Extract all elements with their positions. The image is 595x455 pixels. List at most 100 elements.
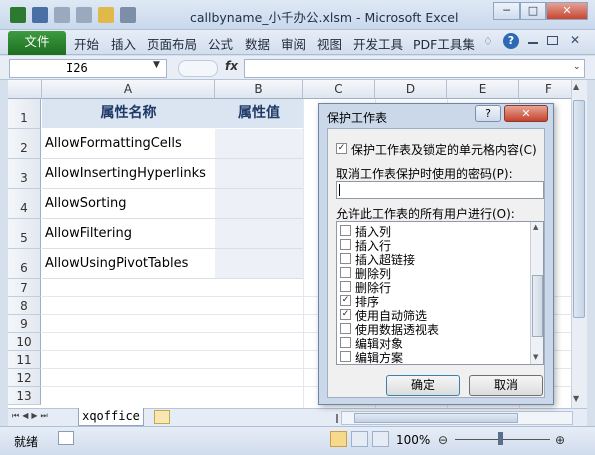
row-header-5[interactable]: 5	[8, 219, 41, 249]
column-header-d[interactable]: D	[375, 80, 447, 99]
dialog-close-button[interactable]: ✕	[504, 105, 548, 122]
macro-record-icon[interactable]	[58, 431, 74, 445]
protect-checkbox[interactable]: ✓	[336, 143, 347, 154]
tab-file[interactable]: 文件	[8, 31, 66, 55]
row-header-2[interactable]: 2	[8, 129, 41, 159]
row-header-11[interactable]: 11	[8, 351, 41, 369]
row-header-9[interactable]: 9	[8, 315, 41, 333]
sheet-tab-xqoffice[interactable]: xqoffice	[78, 408, 144, 426]
cell-a3[interactable]: AllowInsertingHyperlinks	[42, 159, 215, 189]
minimize-button[interactable]: ─	[493, 2, 520, 20]
tab-pdf-tools[interactable]: PDF工具集	[413, 34, 475, 53]
tab-developer[interactable]: 开发工具	[353, 34, 403, 53]
tab-page-layout[interactable]: 页面布局	[147, 34, 197, 53]
name-box-dropdown-icon[interactable]: ▼	[153, 60, 160, 70]
row-header-6[interactable]: 6	[8, 249, 41, 279]
cell-b2[interactable]	[215, 129, 303, 159]
close-button[interactable]: ✕	[546, 2, 588, 20]
ribbon-minimize-icon[interactable]	[528, 42, 538, 44]
permissions-scrollbar[interactable]: ▲ ▼	[530, 222, 543, 364]
cell-a1[interactable]: 属性名称	[42, 99, 215, 129]
sheet-nav-icons[interactable]: ⏮◀▶⏭	[12, 411, 51, 421]
option-edit-scenarios-checkbox[interactable]	[340, 351, 351, 362]
workbook-close-icon[interactable]: ✕	[570, 33, 580, 47]
cell-b3[interactable]	[215, 159, 303, 189]
name-box[interactable]: I26	[9, 59, 167, 78]
option-autofilter-checkbox[interactable]: ✓	[340, 309, 351, 320]
option-pivot-tables-checkbox[interactable]	[340, 323, 351, 334]
cell-a6[interactable]: AllowUsingPivotTables	[42, 249, 215, 279]
ok-button[interactable]: 确定	[386, 375, 460, 396]
list-scroll-thumb[interactable]	[532, 275, 543, 337]
option-sort-checkbox[interactable]: ✓	[340, 295, 351, 306]
tab-data[interactable]: 数据	[245, 34, 270, 53]
row-header-13[interactable]: 13	[8, 387, 41, 405]
cell-b6[interactable]	[215, 249, 303, 279]
horizontal-scrollbar[interactable]	[341, 411, 573, 425]
row-header-10[interactable]: 10	[8, 333, 41, 351]
column-header-b[interactable]: B	[215, 80, 303, 99]
zoom-level[interactable]: 100%	[396, 433, 430, 447]
option-insert-columns-checkbox[interactable]	[340, 225, 351, 236]
option-delete-rows-checkbox[interactable]	[340, 281, 351, 292]
option-edit-objects-checkbox[interactable]	[340, 337, 351, 348]
insert-function-button[interactable]: fx	[225, 59, 238, 73]
excel-logo-icon[interactable]	[10, 7, 26, 23]
row-header-4[interactable]: 4	[8, 189, 41, 219]
page-layout-view-icon[interactable]	[351, 431, 368, 447]
dialog-help-button[interactable]: ?	[475, 105, 501, 122]
list-scroll-down-icon[interactable]: ▼	[533, 353, 538, 361]
ribbon-restore-icon[interactable]	[547, 36, 558, 45]
tab-insert[interactable]: 插入	[111, 34, 136, 53]
vertical-scrollbar[interactable]: ▲ ▼	[571, 80, 587, 408]
permissions-list[interactable]: ▲ ▼ 插入列 插入行 插入超链接 删除列 删除行 ✓ 排序 ✓ 使用自动筛选 …	[336, 221, 544, 365]
zoom-out-icon[interactable]: ⊖	[438, 433, 448, 447]
scroll-up-icon[interactable]: ▲	[573, 82, 579, 91]
row-header-3[interactable]: 3	[8, 159, 41, 189]
redo-icon[interactable]	[76, 7, 92, 23]
option-insert-hyperlinks-checkbox[interactable]	[340, 253, 351, 264]
scroll-thumb[interactable]	[573, 100, 585, 318]
row-header-7[interactable]: 7	[8, 279, 41, 297]
row-header-12[interactable]: 12	[8, 369, 41, 387]
help-icon[interactable]: ?	[503, 33, 519, 49]
undo-icon[interactable]	[54, 7, 70, 23]
formula-expand-icon[interactable]: ⌄	[573, 62, 581, 72]
tab-split-handle[interactable]	[336, 414, 338, 423]
maximize-button[interactable]: □	[520, 2, 546, 20]
cell-b4[interactable]	[215, 189, 303, 219]
column-header-f[interactable]: F	[519, 80, 571, 99]
cell-b5[interactable]	[215, 219, 303, 249]
tab-home[interactable]: 开始	[74, 34, 99, 53]
open-folder-icon[interactable]	[98, 7, 114, 23]
option-insert-rows-checkbox[interactable]	[340, 239, 351, 250]
column-header-e[interactable]: E	[447, 80, 519, 99]
cell-b1[interactable]: 属性值	[215, 99, 303, 129]
select-all-corner[interactable]	[8, 80, 42, 99]
cell-a4[interactable]: AllowSorting	[42, 189, 215, 219]
tab-review[interactable]: 审阅	[281, 34, 306, 53]
zoom-slider-thumb[interactable]	[498, 432, 503, 445]
scroll-down-icon[interactable]: ▼	[573, 394, 579, 403]
column-header-c[interactable]: C	[303, 80, 375, 99]
list-scroll-up-icon[interactable]: ▲	[533, 223, 538, 231]
zoom-in-icon[interactable]: ⊕	[555, 433, 565, 447]
formula-input[interactable]	[244, 59, 585, 78]
tab-formulas[interactable]: 公式	[208, 34, 233, 53]
row-header-8[interactable]: 8	[8, 297, 41, 315]
save-icon[interactable]	[32, 7, 48, 23]
tab-view[interactable]: 视图	[317, 34, 342, 53]
normal-view-icon[interactable]	[330, 431, 347, 447]
cancel-button[interactable]: 取消	[469, 375, 543, 396]
horizontal-scroll-thumb[interactable]	[354, 413, 518, 423]
column-header-a[interactable]: A	[42, 80, 215, 99]
insert-sheet-icon[interactable]	[154, 410, 170, 424]
page-break-view-icon[interactable]	[372, 431, 389, 447]
print-preview-icon[interactable]	[120, 7, 136, 23]
password-input[interactable]	[336, 181, 544, 199]
cell-a2[interactable]: AllowFormattingCells	[42, 129, 215, 159]
row-header-1[interactable]: 1	[8, 99, 41, 129]
cell-a5[interactable]: AllowFiltering	[42, 219, 215, 249]
option-delete-columns-checkbox[interactable]	[340, 267, 351, 278]
ribbon-collapse-icon[interactable]: ♢	[483, 35, 493, 48]
